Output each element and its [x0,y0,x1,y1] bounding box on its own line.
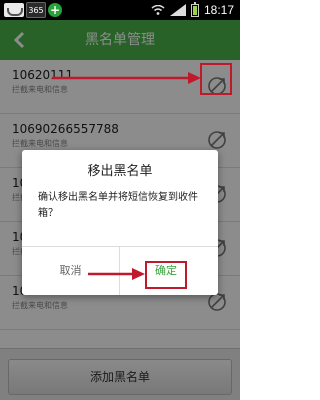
clock: 18:17 [203,3,234,17]
highlight-box-confirm-button [145,261,187,289]
app-365-icon: 365 [26,2,46,18]
notification-icons: 365 + [4,2,62,18]
plus-app-icon: + [48,3,62,17]
status-bar: 365 + 18:17 [0,0,240,20]
dialog-message: 确认移出黑名单并将短信恢复到收件箱？ [38,192,198,219]
wifi-icon [151,5,165,15]
dialog-title: 移出黑名单 [87,164,153,179]
battery-icon [190,1,199,17]
annotation-arrow-icon [88,268,145,280]
annotation-arrow-icon [52,72,201,84]
app-icon [4,3,24,17]
highlight-box-remove-icon [200,63,232,95]
signal-icon [169,4,186,16]
system-icons: 18:17 [151,1,234,18]
